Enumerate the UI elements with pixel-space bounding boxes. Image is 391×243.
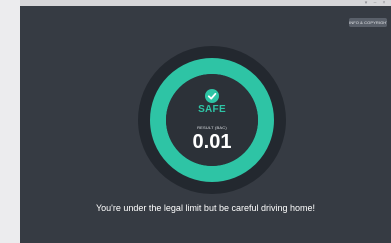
bac-gauge: SAFE RESULT (BAC) 0.01 xyxy=(138,46,286,194)
screen: ▾ – × INFO & COPYRIGHT SAFE RESULT (BAC)… xyxy=(0,0,391,243)
status-label: SAFE xyxy=(198,104,226,115)
bac-value: 0.01 xyxy=(192,131,232,153)
left-margin xyxy=(0,0,20,243)
info-copyright-button[interactable]: INFO & COPYRIGHT xyxy=(349,18,387,27)
result-message: You're under the legal limit but be care… xyxy=(95,203,315,213)
gauge-center: SAFE RESULT (BAC) 0.01 xyxy=(138,46,286,194)
app-window: INFO & COPYRIGHT SAFE RESULT (BAC) 0.01 … xyxy=(20,6,391,243)
result-label: RESULT (BAC) xyxy=(197,125,227,130)
check-icon xyxy=(205,89,219,103)
